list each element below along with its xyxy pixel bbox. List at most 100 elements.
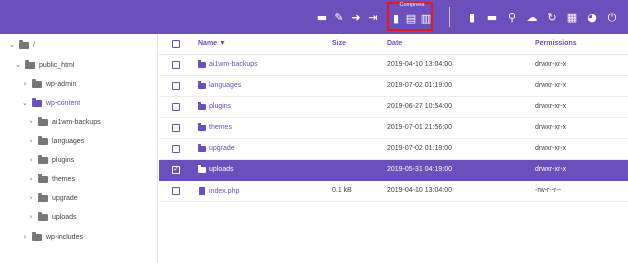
tree-item-upgrade[interactable]: › upgrade bbox=[27, 191, 78, 205]
file-date: 2019-07-01 21:56:00 bbox=[387, 124, 452, 131]
new-folder-icon[interactable]: ▬ bbox=[485, 10, 499, 24]
file-date: 2019-05-31 04:19:00 bbox=[387, 166, 452, 173]
new-file-icon[interactable]: ▮ bbox=[465, 10, 479, 24]
folder-open-icon bbox=[32, 97, 42, 107]
rename-icon[interactable]: ⇥ bbox=[366, 10, 380, 24]
compress-archive-icon[interactable]: ▤ bbox=[404, 11, 418, 25]
tree-item-public-html[interactable]: ⌄ public_html bbox=[14, 58, 74, 72]
file-table: Name ▼ Size Date Permissions ai1wm-backu… bbox=[159, 34, 628, 263]
chevron-right-icon[interactable]: › bbox=[27, 156, 35, 164]
file-permissions: drwxr-xr-x bbox=[535, 61, 567, 68]
row-checkbox[interactable] bbox=[172, 124, 180, 132]
table-row[interactable]: languages 2019-07-02 01:19:00 drwxr-xr-x bbox=[159, 76, 628, 97]
folder-icon bbox=[198, 164, 206, 173]
table-row[interactable]: plugins 2019-06-27 10:54:00 drwxr-xr-x bbox=[159, 97, 628, 118]
table-header: Name ▼ Size Date Permissions bbox=[159, 34, 628, 55]
file-date: 2019-04-10 13:04:00 bbox=[387, 187, 452, 194]
tree-item-label: public_html bbox=[39, 61, 75, 69]
file-name[interactable]: uploads bbox=[209, 166, 234, 173]
row-checkbox[interactable] bbox=[172, 103, 180, 111]
row-checkbox-checked[interactable]: ✓ bbox=[172, 166, 180, 174]
tree-item-wp-content[interactable]: ⌄ wp-content bbox=[21, 96, 80, 110]
file-date: 2019-07-02 01:19:00 bbox=[387, 145, 452, 152]
folder-icon bbox=[198, 122, 206, 131]
tree-item-ai1wm-backups[interactable]: › ai1wm-backups bbox=[27, 115, 101, 129]
table-row[interactable]: themes 2019-07-01 21:56:00 drwxr-xr-x bbox=[159, 118, 628, 139]
chevron-down-icon[interactable]: ⌄ bbox=[14, 61, 22, 69]
file-date: 2019-06-27 10:54:00 bbox=[387, 103, 452, 110]
folder-icon bbox=[38, 192, 48, 202]
search-icon[interactable]: ⚲ bbox=[505, 10, 519, 24]
file-permissions: drwxr-xr-x bbox=[535, 124, 567, 131]
tree-item-label: themes bbox=[52, 175, 75, 183]
folder-icon bbox=[38, 135, 48, 145]
column-header-name[interactable]: Name ▼ bbox=[198, 40, 226, 47]
chevron-right-icon[interactable]: › bbox=[27, 194, 35, 202]
file-name[interactable]: upgrade bbox=[209, 145, 235, 152]
folder-icon bbox=[38, 154, 48, 164]
tree-item-plugins[interactable]: › plugins bbox=[27, 153, 74, 167]
file-name[interactable]: languages bbox=[209, 82, 241, 89]
tree-item-wp-includes[interactable]: › wp-includes bbox=[21, 230, 83, 244]
delete-icon[interactable]: ▥ bbox=[419, 11, 433, 25]
file-size: 0.1 kB bbox=[332, 187, 352, 194]
file-name[interactable]: themes bbox=[209, 124, 232, 131]
tree-item-wp-admin[interactable]: › wp-admin bbox=[21, 77, 76, 91]
row-checkbox[interactable] bbox=[172, 61, 180, 69]
tree-item-languages[interactable]: › languages bbox=[27, 134, 84, 148]
refresh-icon[interactable]: ↻ bbox=[545, 10, 559, 24]
tree-item-uploads[interactable]: › uploads bbox=[27, 210, 77, 224]
tree-item-label: wp-content bbox=[46, 99, 81, 107]
chevron-down-icon[interactable]: ⌄ bbox=[21, 99, 29, 107]
edit-icon[interactable]: ✎ bbox=[332, 10, 346, 24]
row-checkbox[interactable] bbox=[172, 82, 180, 90]
chevron-down-icon[interactable]: ⌄ bbox=[8, 41, 16, 49]
file-permissions: drwxr-xr-x bbox=[535, 166, 567, 173]
tree-item-label: ai1wm-backups bbox=[52, 118, 101, 126]
tree-item-label: wp-admin bbox=[46, 80, 77, 88]
move-icon[interactable]: ➜ bbox=[349, 10, 363, 24]
folder-icon bbox=[198, 80, 206, 89]
tree-item-label: plugins bbox=[52, 156, 75, 164]
tree-item-themes[interactable]: › themes bbox=[27, 172, 75, 186]
table-row-selected[interactable]: ✓ uploads 2019-05-31 04:19:00 drwxr-xr-x bbox=[159, 160, 628, 181]
toolbar-divider bbox=[449, 7, 450, 27]
column-header-permissions[interactable]: Permissions bbox=[535, 40, 577, 47]
file-name[interactable]: index.php bbox=[209, 188, 239, 195]
chevron-right-icon[interactable]: › bbox=[27, 137, 35, 145]
table-row[interactable]: index.php 0.1 kB 2019-04-10 13:04:00 -rw… bbox=[159, 181, 628, 202]
select-all-checkbox[interactable] bbox=[172, 40, 180, 48]
chevron-right-icon[interactable]: › bbox=[27, 118, 35, 126]
compress-label: Compress bbox=[399, 2, 425, 8]
chevron-right-icon[interactable]: › bbox=[21, 80, 29, 88]
folder-icon bbox=[198, 143, 206, 152]
folder-open-icon bbox=[25, 59, 35, 69]
row-checkbox[interactable] bbox=[172, 145, 180, 153]
row-checkbox[interactable] bbox=[172, 187, 180, 195]
column-header-size[interactable]: Size bbox=[332, 40, 346, 47]
file-name[interactable]: ai1wm-backups bbox=[209, 61, 258, 68]
file-permissions: drwxr-xr-x bbox=[535, 103, 567, 110]
table-row[interactable]: upgrade 2019-07-02 01:19:00 drwxr-xr-x bbox=[159, 139, 628, 160]
upload-icon[interactable]: ☁ bbox=[525, 10, 539, 24]
file-permissions: drwxr-xr-x bbox=[535, 82, 567, 89]
browser-icon[interactable]: ◕ bbox=[585, 10, 599, 24]
chevron-right-icon[interactable]: › bbox=[27, 175, 35, 183]
column-header-date[interactable]: Date bbox=[387, 40, 402, 47]
power-icon[interactable]: ⏻ bbox=[605, 10, 619, 24]
tree-item-label: wp-includes bbox=[46, 233, 83, 241]
compress-file-icon[interactable]: ▮ bbox=[389, 11, 403, 25]
table-row[interactable]: ai1wm-backups 2019-04-10 13:04:00 drwxr-… bbox=[159, 55, 628, 76]
folder-icon bbox=[32, 231, 42, 241]
grid-view-icon[interactable]: ▦ bbox=[565, 10, 579, 24]
file-icon bbox=[199, 187, 205, 195]
file-name[interactable]: plugins bbox=[209, 103, 231, 110]
open-folder-icon[interactable]: ▬ bbox=[315, 10, 329, 24]
tree-item-label: / bbox=[33, 41, 35, 49]
chevron-right-icon[interactable]: › bbox=[21, 233, 29, 241]
tree-item-label: languages bbox=[52, 137, 85, 145]
chevron-right-icon[interactable]: › bbox=[27, 213, 35, 221]
tree-item-root[interactable]: ⌄ / bbox=[8, 38, 35, 52]
toolbar: ▬ ✎ ➜ ⇥ Compress ▮ ▤ ▥ ▮ ▬ ⚲ ☁ ↻ ▦ ◕ ⏻ bbox=[0, 0, 628, 34]
file-permissions: drwxr-xr-x bbox=[535, 145, 567, 152]
